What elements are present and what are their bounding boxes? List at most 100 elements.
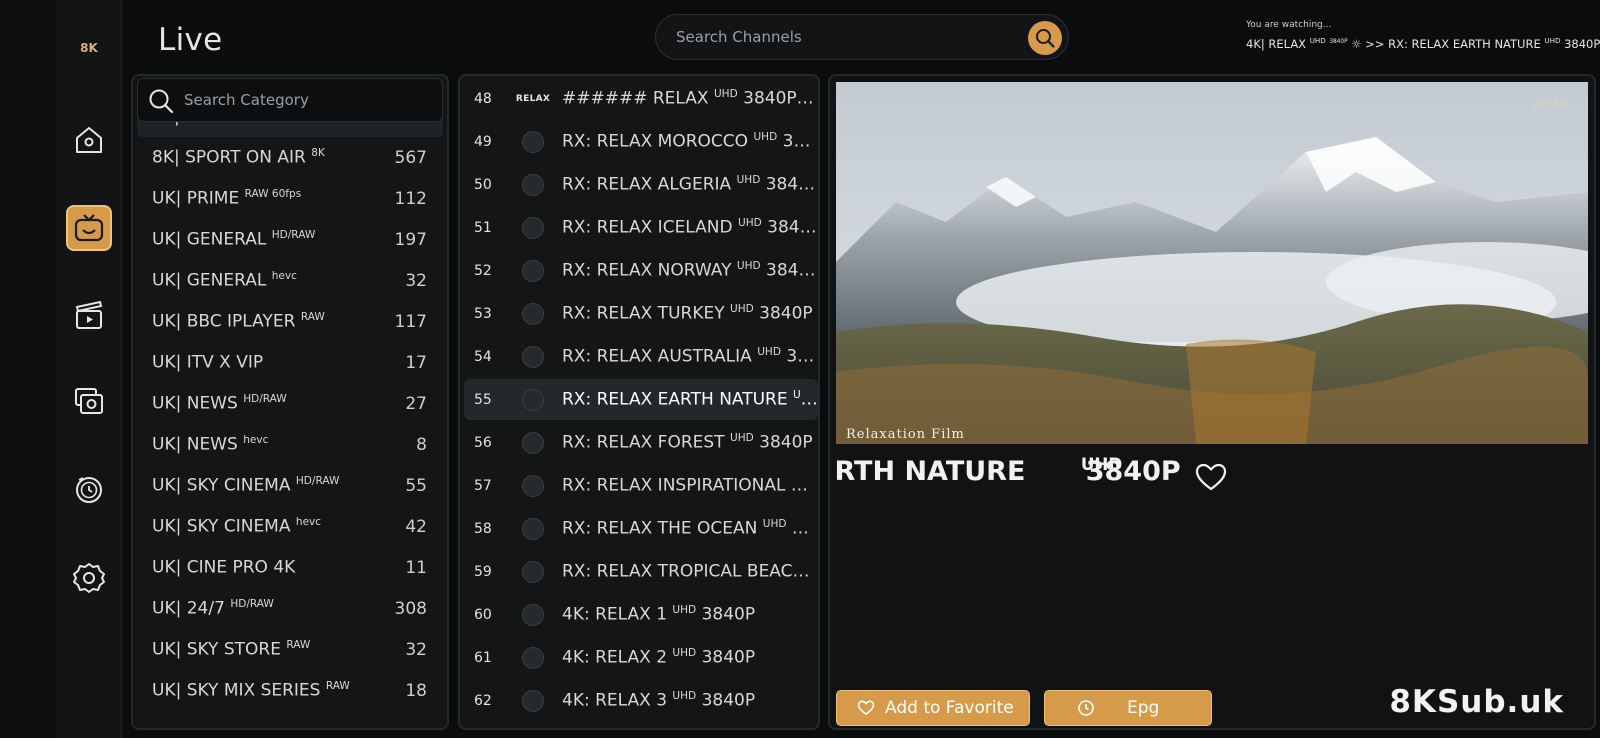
channel-logo-badge (522, 388, 544, 411)
channel-item[interactable]: 60 4K: RELAX 1 UHD 3840P (464, 594, 818, 635)
category-item[interactable]: UK| PRIME RAW 60fps 112 (133, 178, 447, 219)
channel-name: RX: RELAX EARTH NATURE UHD 3840P (554, 389, 818, 410)
category-name-text: UK| SKY STORE (152, 639, 281, 660)
channel-logo (512, 345, 554, 369)
channel-item[interactable]: 50 RX: RELAX ALGERIA UHD 3840P (464, 164, 818, 205)
epg-label: Epg (1127, 698, 1160, 718)
category-item[interactable]: UK| GENERAL HD/RAW 197 (133, 219, 447, 260)
channel-item[interactable]: 61 4K: RELAX 2 UHD 3840P (464, 637, 818, 678)
watching-category-tag: UHD (1309, 36, 1326, 45)
channel-item[interactable]: 51 RX: RELAX ICELAND UHD 3840P (464, 207, 818, 248)
channel-tag: UHD (672, 690, 697, 703)
nav-home[interactable] (66, 117, 112, 163)
category-name-text: 8K| SPORT ON AIR (152, 147, 306, 168)
category-tag: RAW 60fps (244, 188, 302, 201)
nav-movies[interactable] (66, 292, 112, 338)
watching-text: 4K| RELAX UHD 3840P ☼ >> RX: RELAX EARTH… (1246, 36, 1600, 51)
channel-item[interactable]: 56 RX: RELAX FOREST UHD 3840P (464, 422, 818, 463)
category-item[interactable]: UK| SKY STORE RAW 32 (133, 629, 447, 670)
watching-label: You are watching... (1246, 20, 1332, 30)
channel-logo (512, 431, 554, 455)
channel-logo (512, 216, 554, 240)
channel-item[interactable]: 58 RX: RELAX THE OCEAN UHD 3840P (464, 508, 818, 549)
channel-name: RX: RELAX NORWAY UHD 3840P (554, 260, 818, 281)
now-title-text: AX EARTH NATURE (836, 456, 1026, 487)
channel-tag: UHD (736, 260, 761, 273)
channel-logo-badge (522, 173, 544, 196)
add-to-favorite-label: Add to Favorite (885, 698, 1014, 718)
category-search-input[interactable] (184, 79, 434, 121)
category-item[interactable]: UK| SKY CINEMA HD/RAW 55 (133, 465, 447, 506)
video-player[interactable]: RELAX Relaxation Film (836, 82, 1588, 444)
channel-name-text: RX: RELAX ICELAND (562, 217, 733, 238)
category-name-text: UK| GENERAL (152, 229, 267, 250)
channel-tag: UHD (810, 561, 818, 574)
channel-tag: UHD (736, 174, 761, 187)
watching-separator: ☼ >> (1351, 36, 1389, 51)
channel-logo-badge (522, 259, 544, 282)
category-tag: HD/RAW (271, 229, 316, 242)
category-name: UK| SKY MIX SERIES RAW (152, 680, 405, 701)
category-name: UK| SKY CINEMA hevc (152, 516, 405, 537)
channel-suffix: 3840P (767, 217, 818, 238)
category-item[interactable]: UK| BBC IPLAYER RAW 117 (133, 301, 447, 342)
channel-logo-badge (522, 517, 544, 540)
channel-item[interactable]: 57 RX: RELAX INSPIRATIONAL MOTIVATION UHD… (464, 465, 818, 506)
channel-name: 4K: RELAX 1 UHD 3840P (554, 604, 818, 625)
nav-settings[interactable] (66, 555, 112, 601)
category-panel: 4K| RELAX UHD278K| SPORT ON AIR 8K567UK|… (131, 74, 449, 730)
channel-name-text: RX: RELAX NORWAY (562, 260, 732, 281)
watching-category: 4K| RELAX (1246, 36, 1307, 51)
category-name: UK| GENERAL hevc (152, 270, 405, 291)
category-search-box (137, 78, 443, 122)
watching-channel: RX: RELAX EARTH NATURE (1388, 36, 1541, 51)
watching-channel-tag: UHD (1544, 36, 1561, 45)
channel-tag: UHD (713, 88, 738, 101)
channel-number: 51 (474, 219, 492, 236)
watching-channel-suffix: 3840P (1564, 36, 1600, 51)
channel-item[interactable]: 53 RX: RELAX TURKEY UHD 3840P (464, 293, 818, 334)
channel-item[interactable]: 48RELAX###### RELAX UHD 3840P ###### (464, 78, 818, 119)
channel-number: 48 (474, 90, 492, 107)
category-item[interactable]: UK| 24/7 HD/RAW 308 (133, 588, 447, 629)
category-count: 32 (405, 639, 427, 660)
channel-suffix: 3840P (701, 647, 756, 668)
category-item[interactable]: 8K| SPORT ON AIR 8K 567 (133, 137, 447, 178)
channel-item[interactable]: 52 RX: RELAX NORWAY UHD 3840P (464, 250, 818, 291)
category-name-text: UK| NEWS (152, 393, 238, 414)
category-count: 32 (405, 270, 427, 291)
channel-suffix: 3840P (765, 174, 818, 195)
nav-series[interactable] (66, 378, 112, 424)
category-count: 11 (405, 557, 427, 578)
category-item[interactable]: UK| SKY MIX SERIES RAW 18 (133, 670, 447, 711)
category-item[interactable]: UK| CINE PRO 4K 11 (133, 547, 447, 588)
channel-item[interactable]: 54 RX: RELAX AUSTRALIA UHD 3840P (464, 336, 818, 377)
nav-live-tv[interactable] (66, 205, 112, 251)
add-to-favorite-button[interactable]: Add to Favorite (836, 690, 1030, 726)
epg-button[interactable]: Epg (1044, 690, 1212, 726)
category-item[interactable]: UK| NEWS HD/RAW 27 (133, 383, 447, 424)
category-item[interactable]: UK| SKY CINEMA hevc 42 (133, 506, 447, 547)
category-name-text: UK| SKY MIX SERIES (152, 680, 321, 701)
favorite-heart-icon[interactable] (1194, 462, 1228, 492)
search-channels-input[interactable] (676, 15, 1006, 59)
search-channels-button[interactable] (1028, 21, 1062, 55)
channel-item[interactable]: 62 4K: RELAX 3 UHD 3840P (464, 680, 818, 721)
channel-number: 57 (474, 477, 492, 494)
category-name-text: UK| CINE PRO 4K (152, 557, 296, 578)
series-icon (75, 388, 103, 414)
channel-tag: UHD (757, 346, 781, 359)
channel-name-text: RX: RELAX INSPIRATIONAL MOTIVATION (562, 475, 818, 496)
channel-logo-badge (522, 646, 544, 669)
category-item[interactable]: UK| GENERAL hevc 32 (133, 260, 447, 301)
nav-catchup[interactable] (66, 466, 112, 512)
category-tag: RAW (325, 680, 350, 693)
channel-item[interactable]: 55 RX: RELAX EARTH NATURE UHD 3840P (464, 379, 818, 420)
channel-item[interactable]: 59 RX: RELAX TROPICAL BEACH UHD 3840P (464, 551, 818, 592)
channel-item[interactable]: 49 RX: RELAX MOROCCO UHD 3840P (464, 121, 818, 162)
channel-number: 49 (474, 133, 492, 150)
category-count: 112 (394, 188, 427, 209)
category-item[interactable]: UK| ITV X VIP 17 (133, 342, 447, 383)
category-item[interactable]: UK| NEWS hevc 8 (133, 424, 447, 465)
search-icon (149, 89, 174, 114)
